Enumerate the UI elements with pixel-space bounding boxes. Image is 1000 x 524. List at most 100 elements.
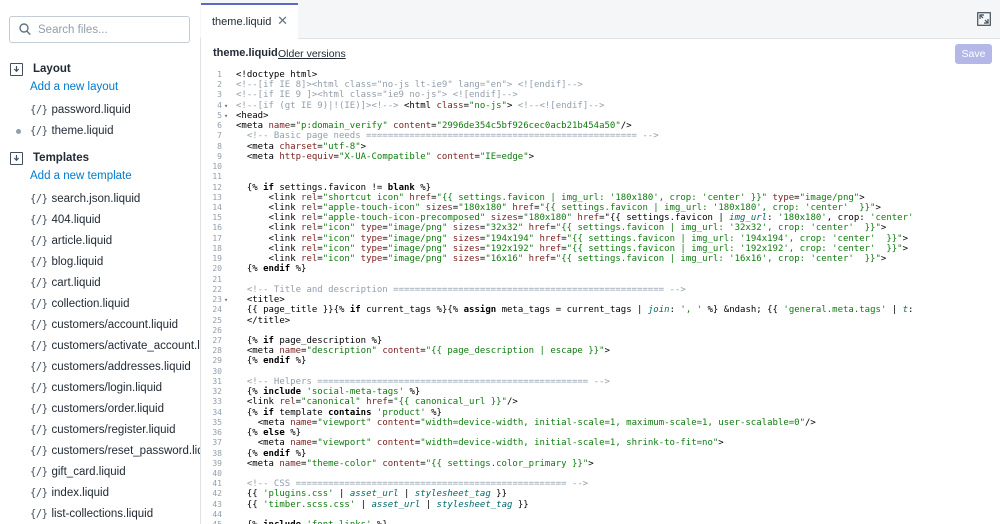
file-name: customers/register.liquid: [51, 424, 176, 436]
save-button[interactable]: Save: [955, 44, 992, 64]
line-number: 2: [217, 80, 222, 90]
line-number: 43: [212, 499, 222, 509]
line-number: 39: [212, 458, 222, 468]
code-text: <meta charset="utf-8">: [246, 141, 367, 152]
code-text: {% endif %}: [246, 264, 307, 275]
file-item[interactable]: {/} list-collections.liquid: [30, 505, 153, 523]
liquid-file-icon: {/}: [30, 487, 48, 499]
search-files-box[interactable]: [9, 16, 190, 43]
file-name: search.json.liquid: [51, 193, 141, 205]
file-item[interactable]: {/}customers/activate_account.liquid: [30, 337, 200, 355]
liquid-file-icon: {/}: [30, 403, 48, 415]
file-item[interactable]: {/} gift_card.liquid: [30, 463, 126, 481]
add-new-layout-link[interactable]: Add a new layout: [30, 81, 118, 93]
file-item[interactable]: {/} customers/addresses.liquid: [30, 358, 191, 376]
liquid-file-icon: {/}: [30, 466, 48, 478]
file-item[interactable]: {/} customers/login.liquid: [30, 379, 162, 397]
search-files-input[interactable]: [38, 21, 183, 38]
fold-arrow-icon[interactable]: ▾: [224, 295, 228, 306]
line-number: 3: [217, 90, 222, 100]
line-number: 10: [212, 162, 222, 172]
code-text: {% if settings.favicon != blank %}: [246, 182, 432, 193]
line-number: 17: [212, 233, 222, 243]
code-text: {% include 'social-meta-tags' %}: [246, 387, 421, 398]
file-name: gift_card.liquid: [51, 466, 126, 478]
liquid-file-icon: {/}: [30, 235, 48, 247]
code-text: <meta name="viewport" content="width=dev…: [257, 438, 724, 449]
file-item[interactable]: {/} article.liquid: [30, 232, 112, 250]
line-number: 30: [212, 366, 222, 376]
line-number: 11: [212, 172, 222, 182]
older-versions-link[interactable]: Older versions: [278, 48, 346, 60]
code-text: <link rel="icon" type="image/png" sizes=…: [268, 223, 887, 234]
line-number: 18: [212, 243, 222, 253]
liquid-file-icon: {/}: [30, 319, 48, 331]
file-item[interactable]: {/} password.liquid: [30, 101, 131, 119]
file-item[interactable]: {/} customers/order.liquid: [30, 400, 164, 418]
code-text: <!--[if IE 8]><html class="no-js lt-ie9"…: [236, 80, 583, 91]
add-new-templates-link[interactable]: Add a new template: [30, 170, 132, 182]
line-number: 36: [212, 428, 222, 438]
file-item[interactable]: {/} customers/account.liquid: [30, 316, 178, 334]
code-text: {% endif %}: [246, 356, 307, 367]
tab-theme-liquid[interactable]: theme.liquid ✕: [201, 3, 298, 39]
line-number: 1: [217, 70, 222, 79]
file-item[interactable]: {/} cart.liquid: [30, 274, 101, 292]
file-item[interactable]: {/}customers/reset_password.liquid: [30, 442, 200, 460]
file-name: customers/order.liquid: [51, 403, 164, 415]
code-text: {% include 'font-links' %}: [236, 520, 388, 524]
code-text: {% if template contains 'product' %}: [246, 407, 442, 418]
file-item[interactable]: {/} collection.liquid: [30, 295, 129, 313]
code-text: {{ 'timber.scss.css' | asset_url | style…: [246, 499, 529, 510]
section-title: Templates: [33, 152, 90, 164]
liquid-file-icon: {/}: [30, 445, 48, 457]
file-name: 404.liquid: [51, 214, 101, 226]
line-number: 44: [212, 509, 222, 519]
code-text: <!-- Basic page needs ==================…: [236, 131, 659, 142]
liquid-file-icon: {/}: [30, 361, 48, 373]
file-name: customers/addresses.liquid: [51, 361, 191, 373]
line-number: 42: [212, 489, 222, 499]
line-number: 28: [212, 346, 222, 356]
line-number: 27: [212, 335, 222, 345]
file-name: customers/reset_password.liquid: [51, 445, 200, 457]
code-text: {% else %}: [246, 428, 302, 439]
active-file-dot: [16, 129, 21, 134]
code-text: <meta name="viewport" content="width=dev…: [257, 417, 816, 428]
line-number: 23: [212, 295, 222, 305]
file-item[interactable]: {/} blog.liquid: [30, 253, 103, 271]
code-text: <!-- Helpers ===========================…: [236, 376, 610, 387]
fold-arrow-icon[interactable]: ▾: [224, 101, 228, 112]
line-number: 37: [212, 438, 222, 448]
liquid-file-icon: {/}: [30, 193, 48, 205]
folder-download-icon: [10, 62, 23, 76]
close-icon[interactable]: ✕: [277, 13, 288, 29]
line-number: 38: [212, 448, 222, 458]
code-editor[interactable]: 1 <!doctype html> 2 <!--[if IE 8]><html cla…: [200, 70, 1000, 524]
tab-label: theme.liquid: [212, 16, 272, 28]
line-number: 25: [212, 315, 222, 325]
file-item[interactable]: {/} customers/register.liquid: [30, 421, 175, 439]
section-title: Layout: [33, 63, 71, 75]
liquid-file-icon: {/}: [30, 277, 48, 289]
fold-arrow-icon[interactable]: ▾: [224, 111, 228, 122]
editor-tab-bar: theme.liquid ✕: [200, 0, 1000, 39]
file-name: password.liquid: [51, 104, 131, 116]
line-number: 26: [212, 325, 222, 335]
liquid-file-icon: {/}: [30, 104, 48, 116]
expand-icon[interactable]: [977, 12, 991, 26]
file-item[interactable]: {/} index.liquid: [30, 484, 109, 502]
file-item[interactable]: {/} search.json.liquid: [30, 190, 140, 208]
code-text: {{ page_title }}{% if current_tags %}{% …: [246, 305, 914, 316]
file-name: blog.liquid: [51, 256, 104, 268]
line-number: 20: [212, 264, 222, 274]
file-item[interactable]: {/} 404.liquid: [30, 211, 101, 229]
line-number: 45: [200, 520, 222, 524]
line-number: 14: [212, 202, 222, 212]
liquid-file-icon: {/}: [30, 256, 48, 268]
file-name: theme.liquid: [51, 125, 114, 137]
file-item[interactable]: {/} theme.liquid: [30, 122, 113, 140]
line-number: 41: [212, 479, 222, 489]
code-text: <!--[if (gt IE 9)|!(IE)]><!--> <html cla…: [236, 100, 605, 111]
section-layout: Layout: [10, 60, 71, 78]
